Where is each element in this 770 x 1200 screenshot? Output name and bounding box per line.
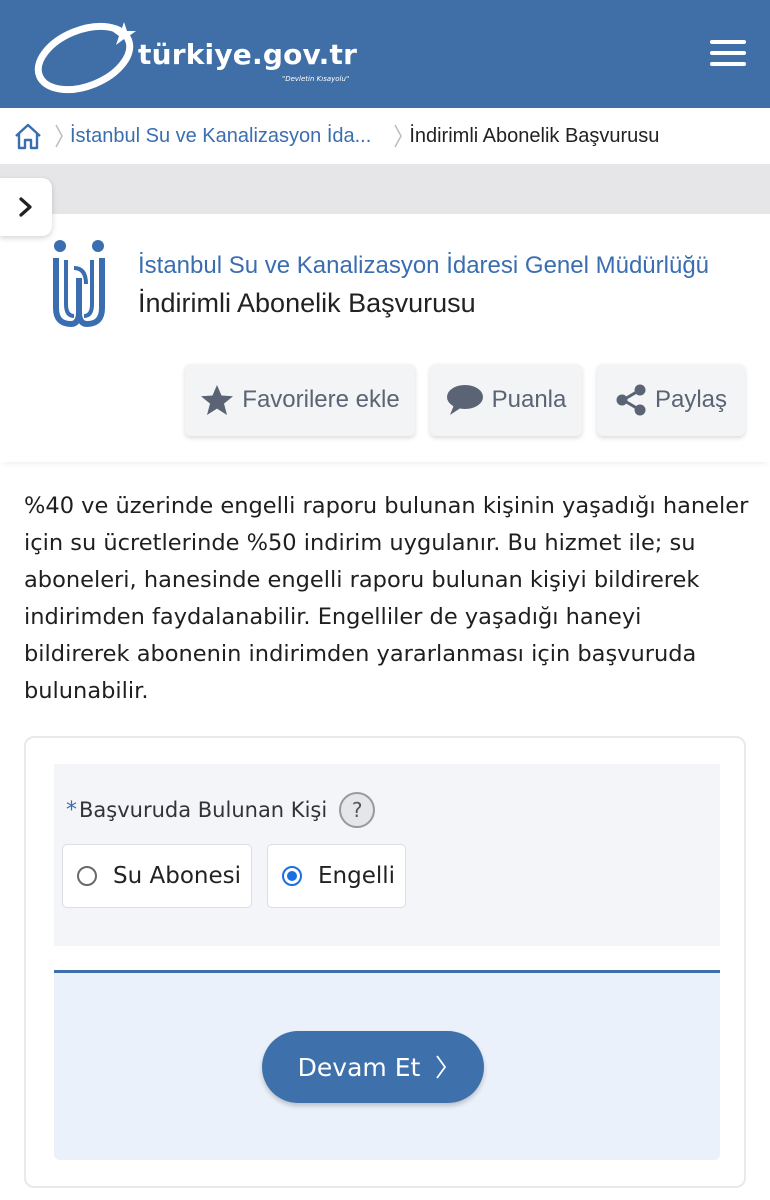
service-header-card: İstanbul Su ve Kanalizasyon İdaresi Gene…	[0, 214, 770, 462]
page-band	[0, 164, 770, 214]
home-icon[interactable]	[8, 116, 48, 156]
institution-name[interactable]: İstanbul Su ve Kanalizasyon İdaresi Gene…	[138, 252, 709, 280]
speech-bubble-icon	[446, 385, 483, 415]
service-description: %40 ve üzerinde engelli raporu bulunan k…	[24, 493, 749, 704]
radio-su-abonesi[interactable]: Su Abonesi	[62, 844, 252, 908]
rate-button[interactable]: Puanla	[430, 364, 582, 436]
radio-engelli-label: Engelli	[318, 863, 396, 889]
breadcrumb-institution-link[interactable]: İstanbul Su ve Kanalizasyon İda...	[70, 125, 371, 148]
applicant-label-text: Başvuruda Bulunan Kişi	[79, 798, 328, 822]
radio-su-abonesi-label: Su Abonesi	[113, 863, 241, 889]
chevron-right-icon	[48, 121, 70, 151]
chevron-right-icon	[19, 197, 32, 217]
breadcrumb-current: İndirimli Abonelik Başvurusu	[409, 124, 660, 147]
radio-checked-icon[interactable]	[282, 866, 302, 886]
iski-logo-icon	[53, 240, 105, 328]
applicant-field-group: * Başvuruda Bulunan Kişi ? Su Abonesi En…	[54, 764, 720, 946]
turkiye-gov-logo[interactable]: türkiye.gov.tr "Devletin Kısayolu"	[32, 14, 372, 98]
star-icon	[201, 385, 234, 415]
breadcrumb: İstanbul Su ve Kanalizasyon İda... İndir…	[0, 108, 770, 164]
add-favorite-button[interactable]: Favorilere ekle	[185, 364, 415, 436]
chevron-right-icon	[436, 1055, 447, 1079]
logo-wordmark: türkiye.gov.tr	[138, 38, 358, 71]
required-mark: *	[66, 797, 77, 823]
continue-label: Devam Et	[297, 1052, 421, 1082]
radio-engelli[interactable]: Engelli	[267, 844, 406, 908]
rate-label: Puanla	[491, 386, 567, 413]
share-icon	[616, 384, 646, 416]
continue-button[interactable]: Devam Et	[262, 1031, 484, 1103]
service-title: İndirimli Abonelik Başvurusu	[138, 288, 476, 318]
share-button[interactable]: Paylaş	[597, 364, 745, 436]
top-header: türkiye.gov.tr "Devletin Kısayolu"	[0, 0, 770, 108]
form-action-area: Devam Et	[54, 970, 720, 1160]
logo-emblem-icon	[34, 22, 136, 94]
share-label: Paylaş	[654, 386, 728, 413]
help-icon[interactable]: ?	[339, 792, 376, 828]
applicant-field-label: * Başvuruda Bulunan Kişi ?	[66, 792, 376, 828]
hamburger-menu-icon[interactable]	[710, 40, 746, 70]
radio-unchecked-icon[interactable]	[77, 866, 97, 886]
application-form: * Başvuruda Bulunan Kişi ? Su Abonesi En…	[24, 736, 746, 1188]
chevron-right-icon	[387, 121, 409, 151]
logo-tagline: "Devletin Kısayolu"	[282, 75, 350, 83]
add-favorite-label: Favorilere ekle	[242, 386, 400, 413]
sidebar-toggle-button[interactable]	[0, 178, 52, 236]
